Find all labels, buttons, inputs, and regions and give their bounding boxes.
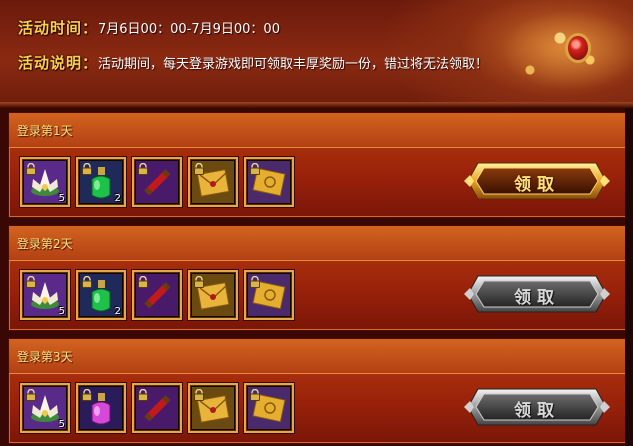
reward-item-slot[interactable] xyxy=(76,383,126,433)
claim-button-label: 领取 xyxy=(514,401,560,421)
lock-icon xyxy=(249,386,261,401)
scrollbar[interactable] xyxy=(625,108,633,446)
event-time-label: 活动时间： xyxy=(18,19,99,37)
day-1-title: 登录第1天 xyxy=(17,124,73,138)
day-2-title: 登录第2天 xyxy=(17,237,73,251)
day-title-bar: 登录第2天 xyxy=(9,226,626,261)
event-time-row: 活动时间：7月6日00：00-7月9日00：00 xyxy=(18,17,280,38)
day-2-panel: 登录第2天 5 2 领取 xyxy=(8,225,627,331)
day-3-panel: 登录第3天 5 领取 xyxy=(8,338,627,444)
day-title-bar: 登录第3天 xyxy=(9,339,626,374)
lock-icon xyxy=(137,160,149,175)
item-quantity: 2 xyxy=(114,193,121,204)
treasure-decoration xyxy=(470,0,633,108)
lock-icon xyxy=(249,273,261,288)
red-gem-decoration xyxy=(568,36,588,60)
day-3-title: 登录第3天 xyxy=(17,350,73,364)
day-1-panel: 登录第1天 5 2 领取 xyxy=(8,112,627,218)
claim-button-label: 领取 xyxy=(514,288,560,308)
lock-icon xyxy=(249,160,261,175)
reward-item-slot[interactable] xyxy=(244,270,294,320)
day-1-claim-button[interactable]: 领取 xyxy=(464,159,610,203)
reward-item-slot[interactable] xyxy=(132,157,182,207)
day-title-bar: 登录第1天 xyxy=(9,113,626,148)
reward-item-slot[interactable]: 5 xyxy=(20,383,70,433)
day-2-claim-button[interactable]: 领取 xyxy=(464,272,610,316)
lock-icon xyxy=(25,273,37,288)
reward-item-slot[interactable] xyxy=(188,157,238,207)
reward-item-slot[interactable]: 5 xyxy=(20,270,70,320)
reward-item-slot[interactable] xyxy=(244,157,294,207)
claim-button-label: 领取 xyxy=(514,175,560,195)
reward-item-slot[interactable]: 2 xyxy=(76,270,126,320)
reward-item-slot[interactable]: 2 xyxy=(76,157,126,207)
item-quantity: 5 xyxy=(58,306,65,317)
event-description-row: 活动说明：活动期间，每天登录游戏即可领取丰厚奖励一份，错过将无法领取！ xyxy=(18,52,488,73)
event-description-label: 活动说明： xyxy=(18,54,99,72)
lock-icon xyxy=(193,273,205,288)
lock-icon xyxy=(81,160,93,175)
lock-icon xyxy=(193,160,205,175)
lock-icon xyxy=(81,386,93,401)
lock-icon xyxy=(25,160,37,175)
event-header: 活动时间：7月6日00：00-7月9日00：00 活动说明：活动期间，每天登录游… xyxy=(0,0,633,108)
reward-item-slot[interactable] xyxy=(132,383,182,433)
lock-icon xyxy=(193,386,205,401)
lock-icon xyxy=(137,273,149,288)
lock-icon xyxy=(137,386,149,401)
reward-item-slot[interactable] xyxy=(188,270,238,320)
item-quantity: 5 xyxy=(58,419,65,430)
lock-icon xyxy=(81,273,93,288)
lock-icon xyxy=(25,386,37,401)
reward-item-slot[interactable] xyxy=(188,383,238,433)
reward-item-slot[interactable] xyxy=(244,383,294,433)
item-quantity: 2 xyxy=(114,306,121,317)
day-3-claim-button[interactable]: 领取 xyxy=(464,385,610,429)
reward-item-slot[interactable] xyxy=(132,270,182,320)
event-description-value: 活动期间，每天登录游戏即可领取丰厚奖励一份，错过将无法领取！ xyxy=(98,57,489,72)
item-quantity: 5 xyxy=(58,193,65,204)
reward-item-slot[interactable]: 5 xyxy=(20,157,70,207)
event-time-value: 7月6日00：00-7月9日00：00 xyxy=(98,22,280,37)
